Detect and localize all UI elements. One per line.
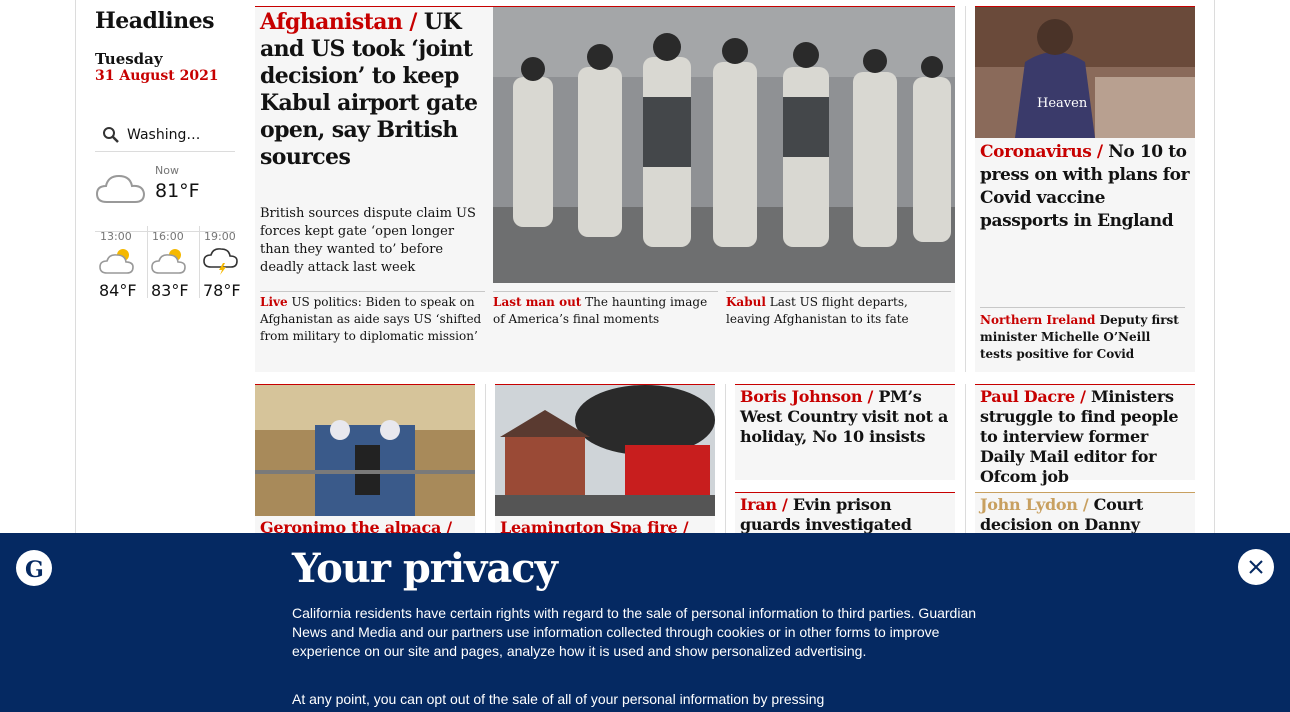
- lead-kicker: Afghanistan /: [260, 9, 417, 35]
- weather-now: Now 81°F: [95, 160, 235, 232]
- privacy-banner: G Your privacy California residents have…: [0, 533, 1290, 712]
- divider: [485, 384, 486, 533]
- partly-cloudy-icon: [99, 249, 134, 274]
- lead-story-card[interactable]: Afghanistan / UK and US took ‘joint deci…: [255, 6, 955, 372]
- forecast-temp: 78°F: [203, 281, 241, 300]
- story-card-iran[interactable]: Iran / Evin prison guards investigated a…: [735, 492, 955, 533]
- story-card-johnson[interactable]: Boris Johnson / PM’s West Country visit …: [735, 384, 955, 480]
- alpaca-photo[interactable]: [255, 385, 475, 516]
- lead-sub-link[interactable]: Kabul Last US flight departs, leaving Af…: [726, 291, 951, 328]
- partly-cloudy-icon: [151, 249, 186, 274]
- forecast-time: 16:00: [152, 230, 184, 243]
- lydon-headline[interactable]: John Lydon / Court decision on Danny Boy…: [975, 493, 1195, 533]
- story-card-alpaca[interactable]: Geronimo the alpaca /: [255, 384, 475, 537]
- iran-headline[interactable]: Iran / Evin prison guards investigated a…: [735, 493, 955, 533]
- story-kicker: Boris Johnson /: [740, 387, 874, 406]
- lead-headline[interactable]: Afghanistan / UK and US took ‘joint deci…: [260, 9, 485, 171]
- search-icon: [103, 126, 119, 143]
- date-day: Tuesday: [95, 50, 163, 68]
- lead-sub-link[interactable]: Last man out The haunting image of Ameri…: [493, 291, 718, 328]
- forecast-slot: 19:00 78°F: [199, 226, 245, 306]
- thunderstorm-icon: [203, 248, 238, 275]
- fire-photo[interactable]: [495, 385, 715, 516]
- svg-text:G: G: [25, 557, 44, 583]
- story-card-leamington[interactable]: Leamington Spa fire /: [495, 384, 715, 537]
- story-card-lydon[interactable]: John Lydon / Court decision on Danny Boy…: [975, 492, 1195, 533]
- covid-photo[interactable]: Heaven: [975, 7, 1195, 138]
- sub-kicker: Kabul: [726, 295, 766, 309]
- lead-sub-link[interactable]: Live US politics: Biden to speak on Afgh…: [260, 291, 485, 345]
- lead-photo[interactable]: [493, 7, 955, 283]
- date-full: 31 August 2021: [95, 68, 219, 84]
- svg-text:Heaven: Heaven: [1037, 96, 1088, 111]
- story-kicker: John Lydon /: [980, 495, 1089, 514]
- divider: [965, 384, 966, 533]
- divider: [965, 6, 966, 372]
- dacre-headline[interactable]: Paul Dacre / Ministers struggle to find …: [975, 385, 1195, 489]
- johnson-headline[interactable]: Boris Johnson / PM’s West Country visit …: [735, 385, 955, 449]
- sub-kicker: Live: [260, 295, 288, 309]
- covid-sub-link[interactable]: Northern Ireland Deputy first minister M…: [980, 307, 1185, 363]
- privacy-text-2: At any point, you can opt out of the sal…: [292, 691, 825, 707]
- forecast-slot: 16:00 83°F: [147, 226, 193, 306]
- weather-location-search[interactable]: Washing…: [95, 118, 235, 152]
- divider: [725, 384, 726, 533]
- location-input[interactable]: Washing…: [127, 127, 200, 143]
- privacy-title: Your privacy: [292, 545, 558, 592]
- story-kicker: Iran /: [740, 495, 788, 514]
- sub-kicker: Northern Ireland: [980, 313, 1096, 327]
- lead-standfirst: British sources dispute claim US forces …: [260, 206, 476, 275]
- close-icon: [1249, 560, 1263, 574]
- guardian-logo: G: [16, 550, 52, 586]
- sub-kicker: Last man out: [493, 295, 582, 309]
- story-kicker: Paul Dacre /: [980, 387, 1086, 406]
- cloud-icon: [95, 174, 146, 203]
- sub-text: US politics: Biden to speak on Afghanist…: [260, 295, 482, 343]
- story-card-dacre[interactable]: Paul Dacre / Ministers struggle to find …: [975, 384, 1195, 486]
- covid-headline[interactable]: Coronavirus / No 10 to press on with pla…: [980, 141, 1190, 233]
- privacy-text: California residents have certain rights…: [292, 605, 977, 659]
- forecast-temp: 84°F: [99, 281, 137, 300]
- forecast-temp: 83°F: [151, 281, 189, 300]
- now-temp: 81°F: [155, 180, 200, 202]
- covid-story-card[interactable]: Heaven Coronavirus / No 10 to press on w…: [975, 6, 1195, 372]
- forecast-slot: 13:00 84°F: [95, 226, 141, 306]
- covid-kicker: Coronavirus /: [980, 142, 1103, 162]
- headlines-sidebar: Headlines Tuesday 31 August 2021 Washing…: [95, 8, 235, 232]
- close-button[interactable]: [1238, 549, 1274, 585]
- forecast-time: 19:00: [204, 230, 236, 243]
- section-title: Headlines: [95, 8, 215, 34]
- now-label: Now: [155, 164, 179, 177]
- forecast-time: 13:00: [100, 230, 132, 243]
